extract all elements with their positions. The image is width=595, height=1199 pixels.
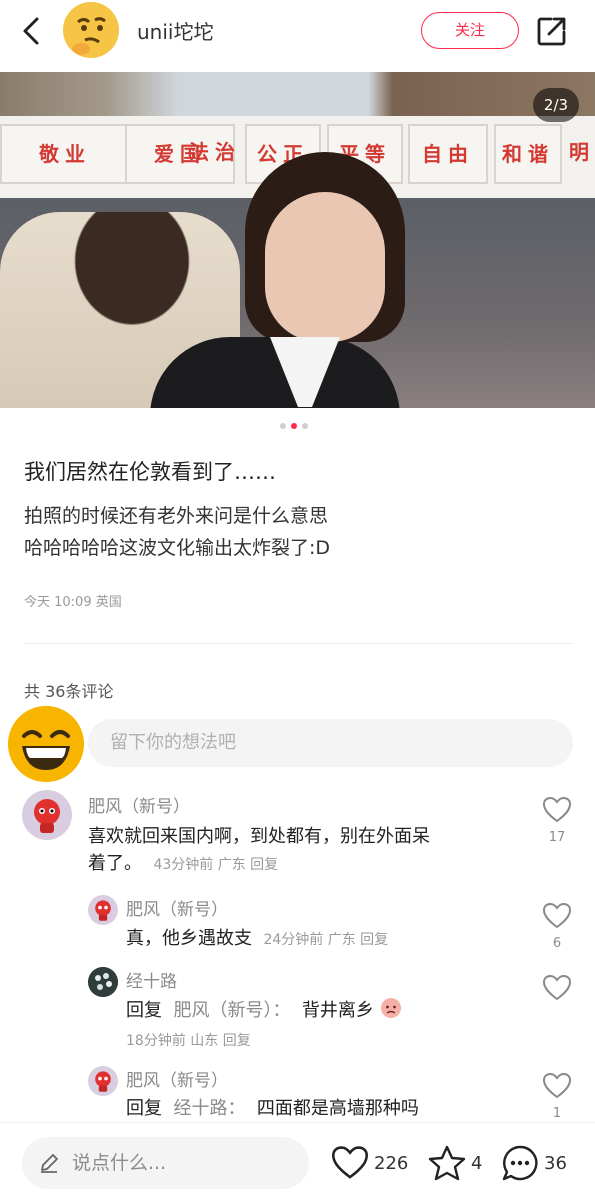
photo-page-counter: 2/3 (533, 88, 579, 122)
like-count: 226 (374, 1152, 409, 1174)
comment-count: 共 36条评论 (24, 682, 114, 701)
heart-icon (542, 1072, 572, 1099)
like-button[interactable]: 226 (330, 1143, 408, 1183)
wall-sign: 明 (569, 140, 595, 164)
comment-total: 36 (544, 1152, 567, 1174)
comment-text-line-end: 着了。 (88, 853, 142, 874)
wall-sign: 自由 (408, 124, 488, 184)
post-title: 我们居然在伦敦看到了…… (24, 460, 276, 484)
post-body-line: 拍照的时候还有老外来问是什么意思 (24, 505, 329, 527)
carousel-dot-active[interactable] (291, 423, 297, 429)
reply-target[interactable]: 肥风（新号）： (173, 1000, 290, 1021)
red-character-avatar-icon (88, 895, 118, 925)
heart-icon (331, 1146, 369, 1179)
author-avatar[interactable] (63, 2, 119, 58)
red-character-avatar-icon (88, 1066, 118, 1096)
comment-text: 真，他乡遇故支 24分钟前 广东 回复 (126, 925, 526, 954)
comment-text-line: 着了。 43分钟前 广东 回复 (88, 850, 508, 879)
wall-sign: 敬业 (0, 124, 130, 184)
comment-meta: 18分钟前 山东 回复 (126, 1033, 251, 1049)
wall-sign: 和谐 (494, 124, 562, 184)
heart-icon (542, 902, 572, 929)
follow-button[interactable]: 关注 (421, 12, 519, 49)
commenter-name[interactable]: 肥风（新号） (88, 792, 190, 817)
heart-icon (542, 796, 572, 823)
back-button[interactable] (16, 14, 50, 48)
post-body-line: 哈哈哈哈哈这波文化输出太炸裂了:D (24, 537, 331, 559)
comment-input[interactable]: 留下你的想法吧 (88, 719, 573, 767)
commenter-avatar[interactable] (88, 1066, 118, 1096)
pencil-icon (41, 1154, 58, 1173)
favorite-button[interactable]: 4 (427, 1143, 482, 1183)
comment-meta: 43分钟前 广东 回复 (153, 857, 279, 873)
sad-face-emoji-icon (380, 998, 401, 1018)
red-character-avatar-icon (22, 790, 72, 840)
grinning-emoji-icon (8, 706, 84, 782)
divider (24, 643, 572, 644)
share-icon (537, 17, 566, 46)
heart-icon (542, 974, 572, 1001)
comment-text-body: 四面都是高墙那种吗 (256, 1098, 419, 1119)
flowers-avatar-icon (88, 967, 118, 997)
commenter-name[interactable]: 肥风（新号） (126, 1066, 228, 1091)
commenter-avatar[interactable] (88, 967, 118, 997)
comment-text: 回复 经十路： 四面都是高墙那种吗 (126, 1095, 526, 1122)
comment-like-count: 17 (548, 830, 566, 845)
post-meta: 今天 10:09 英国 (24, 595, 122, 610)
reply-target[interactable]: 经十路： (173, 1098, 245, 1119)
carousel-dot[interactable] (280, 423, 286, 429)
comment-button[interactable]: 36 (500, 1143, 567, 1183)
commenter-avatar[interactable] (22, 790, 72, 840)
comment-like-button[interactable]: 1 (540, 1072, 574, 1121)
post-body: 拍照的时候还有老外来问是什么意思 哈哈哈哈哈这波文化输出太炸裂了:D (24, 500, 330, 564)
chevron-left-icon (23, 17, 39, 45)
comment-bubble-icon (502, 1145, 538, 1181)
share-button[interactable] (535, 14, 569, 48)
comment-meta: 24分钟前 广东 回复 (263, 932, 389, 948)
favorite-count: 4 (471, 1152, 483, 1174)
comment-text-line: 喜欢就回来国内啊，到处都有，别在外面呆 (88, 826, 430, 847)
comment-like-button[interactable]: 6 (540, 902, 574, 951)
thinking-emoji-icon (63, 2, 119, 58)
bottom-action-bar: 说点什么... 226 4 36 (0, 1122, 595, 1199)
comment-like-count: 1 (552, 1106, 562, 1121)
comment-like-button[interactable] (540, 974, 574, 1006)
comment-like-button[interactable]: 17 (540, 796, 574, 845)
say-something-placeholder: 说点什么... (72, 1152, 167, 1174)
author-name[interactable]: unii坨坨 (137, 16, 213, 45)
commenter-name[interactable]: 经十路 (126, 967, 177, 992)
comment-meta-row: 18分钟前 山东 回复 (126, 1026, 251, 1055)
carousel-dots (280, 423, 308, 431)
top-bar: unii坨坨 关注 (0, 0, 595, 66)
my-avatar[interactable] (8, 706, 84, 782)
comment-text: 喜欢就回来国内啊，到处都有，别在外面呆 着了。 43分钟前 广东 回复 (88, 823, 508, 879)
reply-prefix: 回复 (126, 1098, 162, 1119)
comment-text-body: 真，他乡遇故支 (126, 928, 252, 949)
commenter-name[interactable]: 肥风（新号） (126, 895, 228, 920)
comment-text: 回复 肥风（新号）： 背井离乡 (126, 997, 526, 1024)
carousel-dot[interactable] (302, 423, 308, 429)
comment-like-count: 6 (552, 936, 562, 951)
photo-person-right (150, 152, 405, 408)
comment-text-body: 背井离乡 (301, 1000, 374, 1021)
photo-background-sky (0, 72, 595, 116)
photo-face (265, 192, 385, 342)
reply-prefix: 回复 (126, 1000, 162, 1021)
post-photo[interactable]: 敬业 爱国 法治 公正 平等 自由 和谐 明 (0, 72, 595, 408)
commenter-avatar[interactable] (88, 895, 118, 925)
star-icon (428, 1145, 466, 1181)
say-something-input[interactable]: 说点什么... (22, 1137, 309, 1189)
